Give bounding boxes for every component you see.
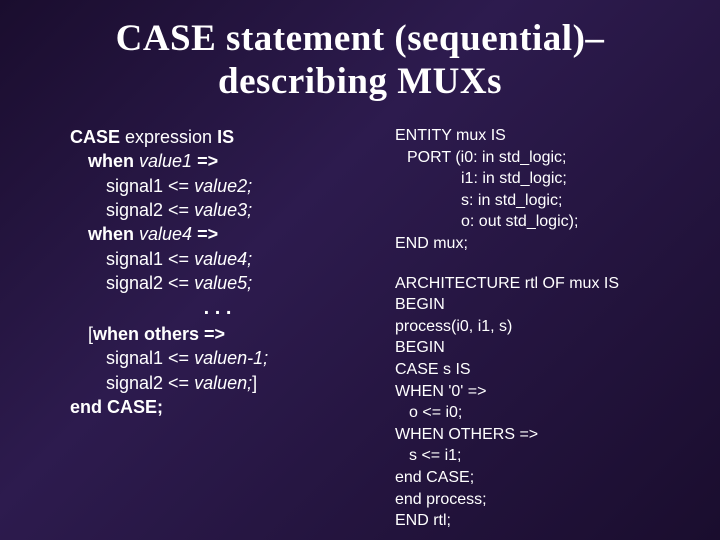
code-line: end process; <box>395 489 690 511</box>
end-case: end CASE; <box>70 395 365 419</box>
entity-block: ENTITY mux IS PORT (i0: in std_logic; i1… <box>395 125 690 255</box>
arch-block: ARCHITECTURE rtl OF mux IS BEGIN process… <box>395 273 690 532</box>
code-line: BEGIN <box>395 337 690 359</box>
txt: expression <box>125 127 217 147</box>
when-line: when value4 => <box>70 222 365 246</box>
sig: signal2 <= <box>106 273 194 293</box>
slide-title: CASE statement (sequential)– describing … <box>30 18 690 103</box>
assign-line: signal2 <= valuen;] <box>70 371 365 395</box>
val: valuen; <box>194 373 252 393</box>
arrow: => <box>197 151 218 171</box>
when-others-line: [when others => <box>70 322 365 346</box>
code-line: WHEN '0' => <box>395 381 690 403</box>
code-line: i1: in std_logic; <box>395 168 690 190</box>
when-line: when value1 => <box>70 149 365 173</box>
case-line: CASE expression IS <box>70 125 365 149</box>
code-line: s <= i1; <box>395 445 690 467</box>
kw-case: CASE <box>70 127 125 147</box>
val: value2; <box>194 176 252 196</box>
val: value1 <box>139 151 197 171</box>
val: value4 <box>139 224 197 244</box>
bracket-close: ] <box>252 373 257 393</box>
assign-line: signal1 <= valuen-1; <box>70 346 365 370</box>
val: value4; <box>194 249 252 269</box>
assign-line: signal2 <= value3; <box>70 198 365 222</box>
val: value5; <box>194 273 252 293</box>
code-line: s: in std_logic; <box>395 190 690 212</box>
code-line: BEGIN <box>395 294 690 316</box>
code-line: process(i0, i1, s) <box>395 316 690 338</box>
val: valuen-1; <box>194 348 268 368</box>
sig: signal1 <= <box>106 176 194 196</box>
sig: signal1 <= <box>106 348 194 368</box>
assign-line: signal2 <= value5; <box>70 271 365 295</box>
arrow: => <box>197 224 218 244</box>
sig: signal2 <= <box>106 200 194 220</box>
assign-line: signal1 <= value4; <box>70 247 365 271</box>
kw-when: when <box>88 224 139 244</box>
code-line: END mux; <box>395 233 690 255</box>
val: value3; <box>194 200 252 220</box>
kw-when: when <box>88 151 139 171</box>
code-line: CASE s IS <box>395 359 690 381</box>
content-columns: CASE expression IS when value1 => signal… <box>30 125 690 532</box>
code-line: PORT (i0: in std_logic; <box>395 147 690 169</box>
code-line: o: out std_logic); <box>395 211 690 233</box>
sig: signal2 <= <box>106 373 194 393</box>
code-line: ENTITY mux IS <box>395 125 690 147</box>
code-line: END rtl; <box>395 510 690 532</box>
sig: signal1 <= <box>106 249 194 269</box>
code-line: end CASE; <box>395 467 690 489</box>
kw-when-others: when others => <box>93 324 225 344</box>
ellipsis: . . . <box>70 295 365 322</box>
assign-line: signal1 <= value2; <box>70 174 365 198</box>
right-column: ENTITY mux IS PORT (i0: in std_logic; i1… <box>385 125 690 532</box>
kw-is: IS <box>217 127 234 147</box>
code-line: WHEN OTHERS => <box>395 424 690 446</box>
slide: CASE statement (sequential)– describing … <box>0 0 720 540</box>
code-line: ARCHITECTURE rtl OF mux IS <box>395 273 690 295</box>
code-line: o <= i0; <box>395 402 690 424</box>
left-column: CASE expression IS when value1 => signal… <box>30 125 365 532</box>
